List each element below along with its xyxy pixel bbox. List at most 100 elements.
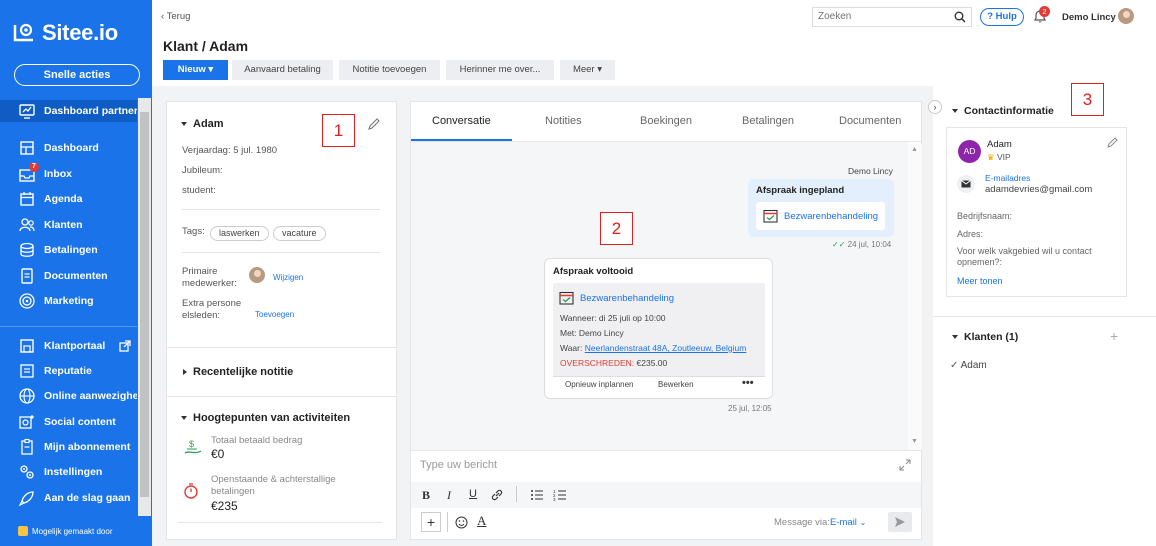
contact-info-section[interactable]: Contactinformatie [952, 105, 1054, 117]
edit-button[interactable]: Bewerken [658, 380, 694, 389]
more-button[interactable]: Meer ▾ [560, 60, 615, 80]
address-link[interactable]: Neerlandenstraat 48A, Zoutleeuw, Belgium [585, 343, 747, 353]
notifications-button[interactable]: 2 [1032, 6, 1050, 24]
sidebar-item-inbox[interactable]: 7 Inbox [0, 163, 137, 185]
calendar-check-icon [559, 291, 574, 305]
sidebar-item-aan-de-slag[interactable]: Aan de slag gaan [0, 487, 137, 509]
more-options-icon[interactable]: ••• [742, 377, 754, 389]
back-link[interactable]: ‹ Terug [161, 11, 190, 22]
sidebar-item-social-content[interactable]: Social content [0, 411, 137, 433]
tag-chip[interactable]: vacature [273, 226, 326, 241]
sidebar-item-documenten[interactable]: Documenten [0, 265, 137, 287]
sidebar-item-agenda[interactable]: Agenda [0, 188, 137, 210]
subscription-icon [18, 438, 36, 456]
divider [933, 316, 1156, 317]
search-icon[interactable] [954, 11, 966, 23]
globe-icon [18, 387, 36, 405]
underline-button[interactable]: U [469, 488, 477, 500]
tags-label: Tags: [182, 226, 205, 237]
new-button[interactable]: Nieuw ▾ [163, 60, 228, 80]
sidebar-item-label: Dashboard [44, 142, 99, 154]
sidebar-item-betalingen[interactable]: Betalingen [0, 239, 137, 261]
sidebar-item-mijn-abonnement[interactable]: Mijn abonnement [0, 436, 137, 458]
email-value[interactable]: adamdevries@gmail.com [985, 184, 1092, 195]
search-input[interactable] [818, 11, 938, 22]
sidebar-item-klanten[interactable]: Klanten [0, 214, 137, 236]
help-button[interactable]: ? Hulp [980, 8, 1024, 26]
sidebar-item-klantportaal[interactable]: Klantportaal [0, 335, 137, 357]
service-link[interactable]: Bezwarenbehandeling [580, 293, 674, 304]
recent-note-section[interactable]: Recentelijke notitie [183, 366, 293, 378]
message-input[interactable]: Type uw bericht [420, 459, 497, 471]
tab-conversatie[interactable]: Conversatie [432, 115, 491, 127]
edit-pencil-icon[interactable] [1106, 136, 1119, 149]
attach-plus-button[interactable]: + [421, 512, 441, 532]
document-icon [18, 267, 36, 285]
remind-me-button[interactable]: Herinner me over... [446, 60, 554, 80]
activity-highlights-section[interactable]: Hoogtepunten van activiteiten [181, 412, 350, 424]
service-link[interactable]: Bezwarenbehandeling [784, 211, 878, 222]
expand-icon[interactable] [899, 459, 911, 471]
sidebar-item-dashboard[interactable]: Dashboard [0, 137, 137, 159]
link-icon[interactable] [490, 488, 504, 502]
channel-select[interactable]: E-mail ⌄ [830, 517, 866, 528]
edit-pencil-icon[interactable] [367, 117, 381, 131]
extra-staff-label: Extra personeelsleden: [182, 298, 242, 321]
quick-actions-button[interactable]: Snelle acties [14, 64, 140, 86]
overdue-timer-icon [184, 483, 198, 499]
sidebar-item-label: Klanten [44, 219, 83, 231]
numbered-list-icon[interactable]: 123 [553, 488, 567, 502]
sidebar-item-dashboard-partner[interactable]: Dashboard partner [0, 100, 137, 122]
sidebar-item-label: Mijn abonnement [44, 441, 131, 453]
external-link-icon [119, 340, 131, 352]
sitee-logo-icon [13, 23, 33, 42]
add-client-icon[interactable]: + [1110, 328, 1118, 344]
powered-by-icon [18, 526, 28, 536]
emoji-icon[interactable] [455, 516, 468, 529]
calendar-check-icon [763, 209, 778, 223]
brand-logo[interactable]: Sitee.io [12, 20, 118, 46]
sidebar-item-label: Klantportaal [44, 340, 106, 352]
sidebar-item-reputatie[interactable]: Reputatie [0, 360, 137, 382]
user-avatar[interactable] [1118, 8, 1134, 24]
sidebar-item-instellingen[interactable]: Instellingen [0, 461, 137, 483]
scroll-up-arrow[interactable]: ▲ [911, 146, 918, 153]
bullet-list-icon[interactable] [530, 488, 544, 502]
reschedule-button[interactable]: Opnieuw inplannen [565, 380, 634, 389]
scroll-down-arrow[interactable]: ▼ [911, 438, 918, 445]
client-name-section[interactable]: Adam [181, 118, 224, 130]
settings-icon [18, 463, 36, 481]
thread-scrollbar[interactable] [908, 144, 922, 450]
add-note-button[interactable]: Notitie toevoegen [339, 60, 440, 80]
add-staff-link[interactable]: Toevoegen [255, 310, 294, 319]
user-name[interactable]: Demo Lincy [1062, 12, 1116, 23]
accept-payment-button[interactable]: Aanvaard betaling [232, 60, 333, 80]
bold-button[interactable]: B [422, 488, 430, 503]
text-format-icon[interactable]: A [477, 513, 486, 529]
when-text: Wanneer: di 25 juli op 10:00 [560, 313, 666, 323]
sidebar-item-label: Instellingen [44, 466, 103, 478]
tab-boekingen[interactable]: Boekingen [640, 115, 692, 127]
tab-notities[interactable]: Notities [545, 115, 582, 127]
email-icon [957, 175, 975, 193]
send-button[interactable] [888, 512, 912, 532]
italic-button[interactable]: I [447, 488, 451, 503]
divider [411, 450, 921, 451]
sidebar-item-marketing[interactable]: Marketing [0, 290, 137, 312]
show-more-link[interactable]: Meer tonen [957, 276, 1003, 286]
client-list-item[interactable]: ✓ Adam [950, 360, 987, 371]
tag-chip[interactable]: laswerken [210, 226, 269, 241]
toolbar-separator [516, 486, 517, 502]
collapse-panel-button[interactable]: › [928, 100, 942, 114]
contact-avatar: AD [958, 140, 981, 163]
sidebar-item-online-aanwezigheid[interactable]: Online aanwezigheid [0, 385, 137, 407]
calendar-icon [18, 190, 36, 208]
tab-documenten[interactable]: Documenten [839, 115, 901, 127]
contact-name: Adam [987, 139, 1012, 150]
clients-section[interactable]: Klanten (1) [952, 331, 1018, 343]
sidebar-scroll-thumb[interactable] [140, 112, 149, 497]
change-employee-link[interactable]: Wijzigen [273, 273, 303, 282]
tab-betalingen[interactable]: Betalingen [742, 115, 794, 127]
sidebar-item-label: Reputatie [44, 365, 92, 377]
sidebar-item-label: Inbox [44, 168, 72, 180]
